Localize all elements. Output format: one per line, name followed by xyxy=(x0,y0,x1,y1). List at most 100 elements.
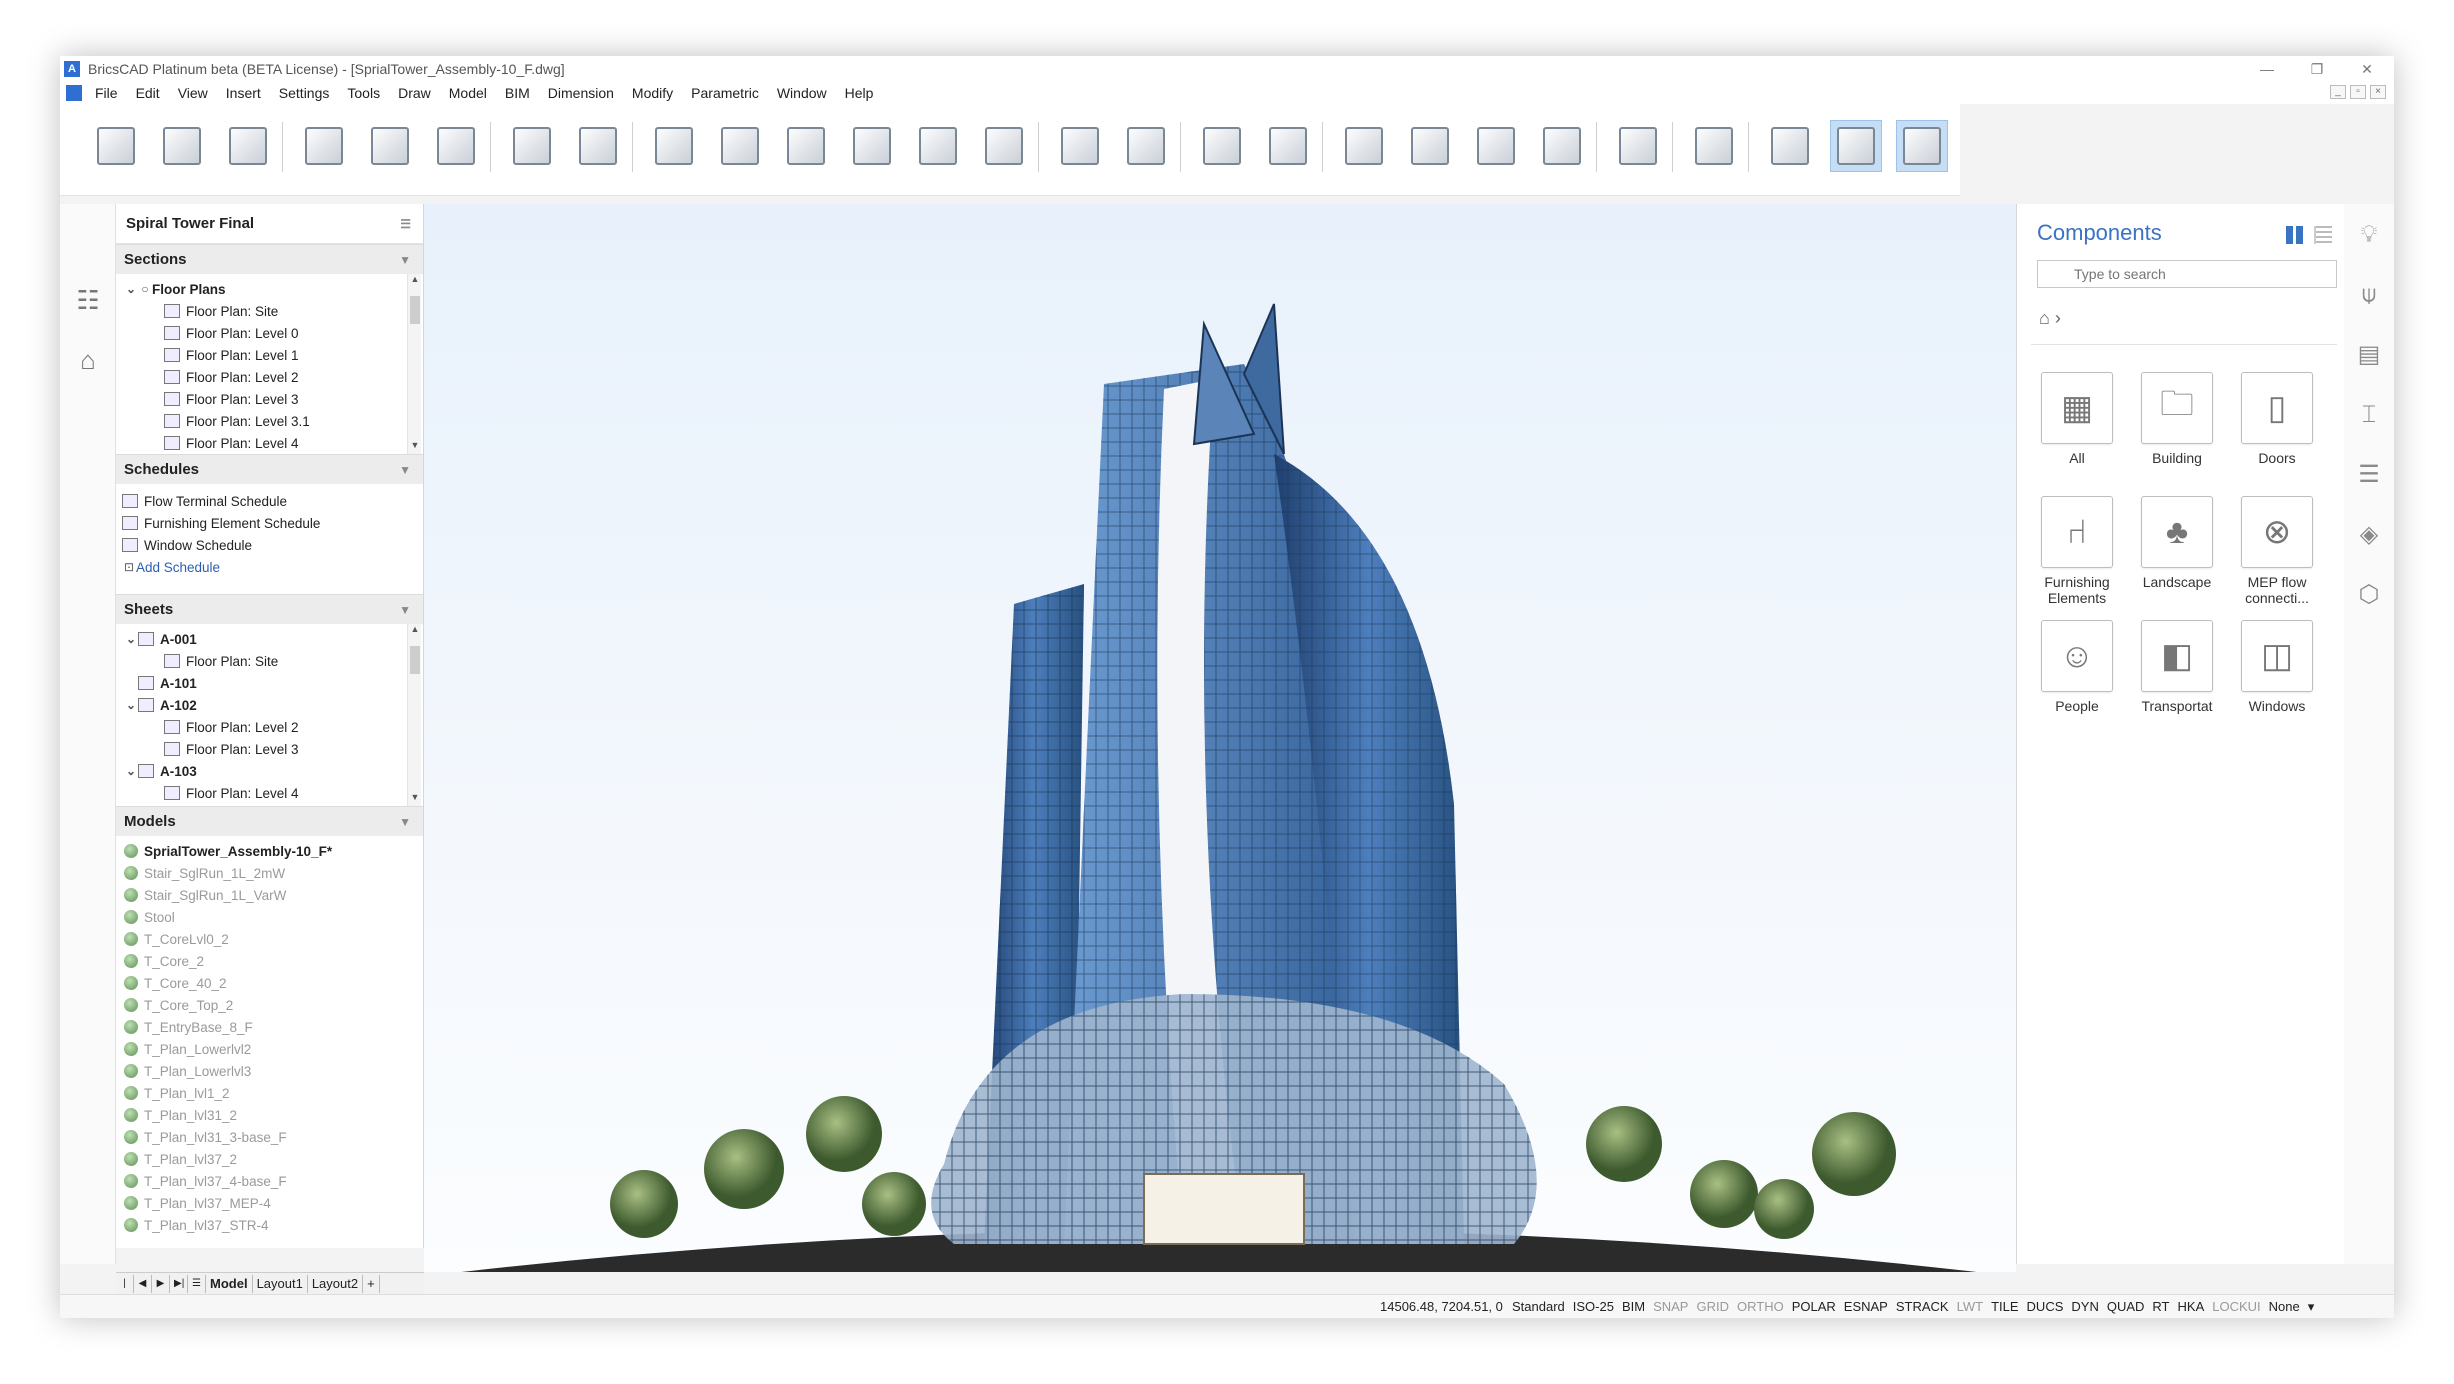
component-tile-people[interactable]: ☺ People xyxy=(2037,620,2117,714)
menu-file[interactable]: File xyxy=(86,85,127,101)
3d-box-stack-button[interactable] xyxy=(90,120,142,172)
tab-layout1[interactable]: Layout1 xyxy=(253,1274,308,1293)
chevron-down-icon[interactable]: ⌄ xyxy=(124,764,138,778)
status-toggle-standard[interactable]: Standard xyxy=(1512,1299,1565,1315)
panel-menu-icon[interactable]: ☰ xyxy=(400,217,411,231)
hatch-button[interactable] xyxy=(1612,120,1664,172)
component-tile-grid[interactable]: ▦ All xyxy=(2037,372,2117,466)
chevron-down-icon[interactable]: ⌄ xyxy=(124,632,138,646)
roof-button[interactable] xyxy=(1262,120,1314,172)
component-breadcrumb[interactable]: ⌂ › xyxy=(2039,308,2061,329)
floor-plans-node[interactable]: ⌄ ○ Floor Plans xyxy=(124,278,423,300)
menu-dimension[interactable]: Dimension xyxy=(539,85,623,101)
add-layout-button[interactable]: + xyxy=(363,1274,380,1293)
menu-bim[interactable]: BIM xyxy=(496,85,539,101)
floor-plan-item[interactable]: Floor Plan: Level 3.1 xyxy=(124,410,423,432)
status-toggle-bim[interactable]: BIM xyxy=(1622,1299,1645,1315)
lightbulb-icon[interactable]: 💡︎ xyxy=(2354,220,2384,250)
rectangle-button[interactable] xyxy=(364,120,416,172)
sheet-item[interactable]: ⌄ A-103 xyxy=(124,760,423,782)
restore-button[interactable]: ❐ xyxy=(2290,56,2344,82)
add-schedule-link[interactable]: ⊡ Add Schedule xyxy=(122,556,423,578)
refresh-button[interactable] xyxy=(1470,120,1522,172)
status-toggle-lwt[interactable]: LWT xyxy=(1957,1299,1983,1315)
sheet-item[interactable]: ⌄ A-001 xyxy=(124,628,423,650)
status-toggle-esnap[interactable]: ESNAP xyxy=(1844,1299,1888,1315)
schedules-header[interactable]: Schedules ▼ xyxy=(116,454,423,484)
sheet-item[interactable]: A-101 xyxy=(124,672,423,694)
home-icon[interactable]: ⌂ xyxy=(72,344,104,376)
model-item[interactable]: Stair_SglRun_1L_VarW xyxy=(124,884,423,906)
beam-button[interactable] xyxy=(1196,120,1248,172)
scroll-down-icon[interactable]: ▼ xyxy=(408,792,422,806)
sliders-icon[interactable]: ☰ xyxy=(2354,460,2384,490)
status-toggle-dyn[interactable]: DYN xyxy=(2071,1299,2098,1315)
line-button[interactable] xyxy=(298,120,350,172)
sheet-item[interactable]: ⌄ A-102 xyxy=(124,694,423,716)
model-viewport[interactable] xyxy=(424,204,2016,1274)
tab-model[interactable]: Model xyxy=(206,1274,253,1293)
profile-button[interactable] xyxy=(572,120,624,172)
schedule-item[interactable]: Window Schedule xyxy=(122,534,423,556)
status-toggle-iso25[interactable]: ISO-25 xyxy=(1573,1299,1614,1315)
circle-button[interactable] xyxy=(430,120,482,172)
first-tab-icon[interactable]: |◀ xyxy=(116,1274,134,1307)
next-tab-icon[interactable]: ▶ xyxy=(152,1274,170,1293)
scroll-up-icon[interactable]: ▲ xyxy=(408,624,422,638)
tab-layout2[interactable]: Layout2 xyxy=(308,1274,364,1293)
stacked-boxes-button[interactable] xyxy=(1404,120,1456,172)
component-tile-folder[interactable]: 🗀 Building xyxy=(2137,372,2217,466)
model-item[interactable]: T_Plan_lvl37_2 xyxy=(124,1148,423,1170)
menu-tools[interactable]: Tools xyxy=(338,85,389,101)
model-item[interactable]: T_Core_40_2 xyxy=(124,972,423,994)
dimension-text-button[interactable] xyxy=(1536,120,1588,172)
minimize-button[interactable]: — xyxy=(2240,56,2294,82)
component-search-input[interactable] xyxy=(2037,260,2337,288)
status-toggle-tile[interactable]: TILE xyxy=(1991,1299,2018,1315)
sheet-view-item[interactable]: Floor Plan: Level 3 xyxy=(124,738,423,760)
grid-view-icon[interactable] xyxy=(2286,226,2304,244)
floor-plan-item[interactable]: Floor Plan: Level 3 xyxy=(124,388,423,410)
prev-tab-icon[interactable]: ◀ xyxy=(134,1274,152,1293)
status-toggle-hka[interactable]: HKA xyxy=(2178,1299,2205,1315)
status-toggle-snap[interactable]: SNAP xyxy=(1653,1299,1688,1315)
close-button[interactable]: ✕ xyxy=(2340,56,2394,82)
model-item[interactable]: Stair_SglRun_1L_2mW xyxy=(124,862,423,884)
status-toggle-polar[interactable]: POLAR xyxy=(1792,1299,1836,1315)
menu-insert[interactable]: Insert xyxy=(217,85,270,101)
last-tab-icon[interactable]: ▶| xyxy=(170,1274,188,1293)
wall-button[interactable] xyxy=(156,120,208,172)
scroll-down-icon[interactable]: ▼ xyxy=(408,440,422,454)
menu-draw[interactable]: Draw xyxy=(389,85,440,101)
menu-window[interactable]: Window xyxy=(768,85,836,101)
status-toggle-none[interactable]: None xyxy=(2269,1299,2300,1315)
menu-view[interactable]: View xyxy=(169,85,217,101)
schedule-item[interactable]: Furnishing Element Schedule xyxy=(122,512,423,534)
tab-list-icon[interactable]: ☰ xyxy=(188,1274,206,1293)
sheets-header[interactable]: Sheets ▼ xyxy=(116,594,423,624)
current-model-item[interactable]: SprialTower_Assembly-10_F* xyxy=(124,840,423,862)
model-item[interactable]: T_Core_2 xyxy=(124,950,423,972)
component-tile-door[interactable]: ▯ Doors xyxy=(2237,372,2317,466)
scrollbar[interactable]: ▲ ▼ xyxy=(407,624,421,806)
menu-settings[interactable]: Settings xyxy=(270,85,339,101)
status-toggle-grid[interactable]: GRID xyxy=(1696,1299,1729,1315)
model-item[interactable]: T_EntryBase_8_F xyxy=(124,1016,423,1038)
list-view-icon[interactable] xyxy=(2314,226,2332,244)
model-item[interactable]: T_Plan_lvl1_2 xyxy=(124,1082,423,1104)
view-cube-shaded-button[interactable] xyxy=(1830,120,1882,172)
spatial-locations-button[interactable] xyxy=(846,120,898,172)
schedule-item[interactable]: Flow Terminal Schedule xyxy=(122,490,423,512)
hot-air-balloon-icon[interactable]: ⍦ xyxy=(2354,280,2384,310)
layers-icon[interactable]: ◈ xyxy=(2354,520,2384,550)
cube-library-icon[interactable]: ⬡ xyxy=(2354,580,2384,610)
extrude-button[interactable] xyxy=(506,120,558,172)
scrollbar[interactable]: ▲ ▼ xyxy=(407,274,421,454)
solid-box-button[interactable] xyxy=(222,120,274,172)
models-header[interactable]: Models ▼ xyxy=(116,806,423,836)
scroll-up-icon[interactable]: ▲ xyxy=(408,274,422,288)
menu-model[interactable]: Model xyxy=(440,85,496,101)
component-tile-circle-cross[interactable]: ⊗ MEP flow connecti... xyxy=(2237,496,2317,606)
doc-close-button[interactable]: × xyxy=(2370,85,2386,99)
grid-button[interactable] xyxy=(1054,120,1106,172)
